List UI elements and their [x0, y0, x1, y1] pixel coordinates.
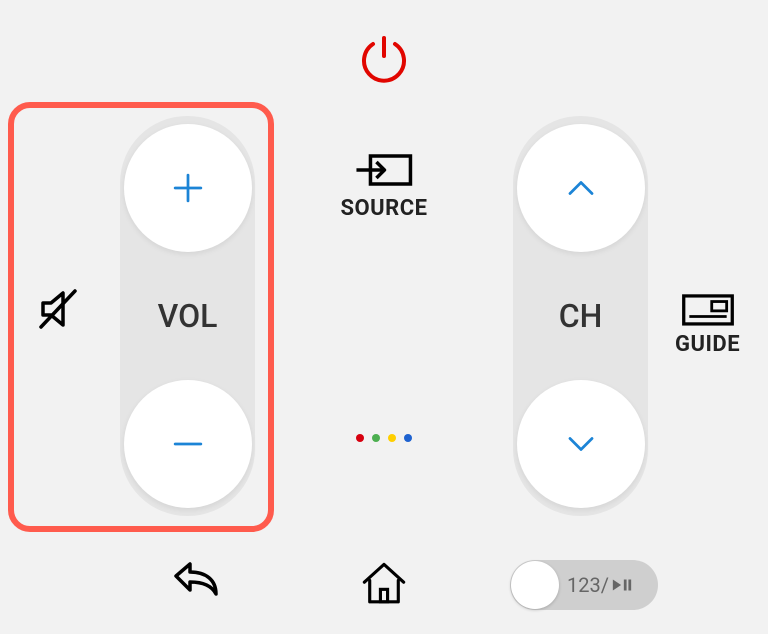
- home-button[interactable]: [356, 556, 412, 612]
- power-icon: [357, 32, 411, 86]
- mute-icon: [35, 285, 83, 333]
- chevron-up-icon: [559, 166, 603, 210]
- chevron-down-icon: [559, 422, 603, 466]
- red-dot[interactable]: [356, 434, 364, 442]
- guide-label: GUIDE: [675, 332, 740, 357]
- source-button[interactable]: SOURCE: [340, 150, 427, 221]
- guide-icon: [680, 290, 736, 328]
- back-button[interactable]: [168, 558, 224, 614]
- channel-up-button[interactable]: [517, 124, 645, 252]
- channel-down-button[interactable]: [517, 380, 645, 508]
- volume-down-button[interactable]: [124, 380, 252, 508]
- minus-icon: [166, 422, 210, 466]
- toggle-knob: [511, 561, 559, 609]
- yellow-dot[interactable]: [388, 434, 396, 442]
- home-icon: [359, 559, 409, 609]
- channel-rocker: CH: [513, 116, 648, 516]
- power-button[interactable]: [357, 32, 411, 86]
- volume-up-button[interactable]: [124, 124, 252, 252]
- play-pause-icon: [611, 577, 633, 593]
- green-dot[interactable]: [372, 434, 380, 442]
- source-icon: [354, 150, 414, 190]
- plus-icon: [166, 166, 210, 210]
- volume-rocker: VOL: [120, 116, 255, 516]
- color-buttons[interactable]: [356, 434, 412, 442]
- toggle-label: 123/: [567, 573, 633, 597]
- channel-label: CH: [559, 297, 603, 335]
- mode-toggle[interactable]: 123/: [510, 560, 658, 610]
- guide-button[interactable]: GUIDE: [675, 290, 740, 357]
- blue-dot[interactable]: [404, 434, 412, 442]
- source-label: SOURCE: [340, 196, 427, 221]
- mute-button[interactable]: [30, 280, 88, 338]
- volume-label: VOL: [158, 297, 218, 335]
